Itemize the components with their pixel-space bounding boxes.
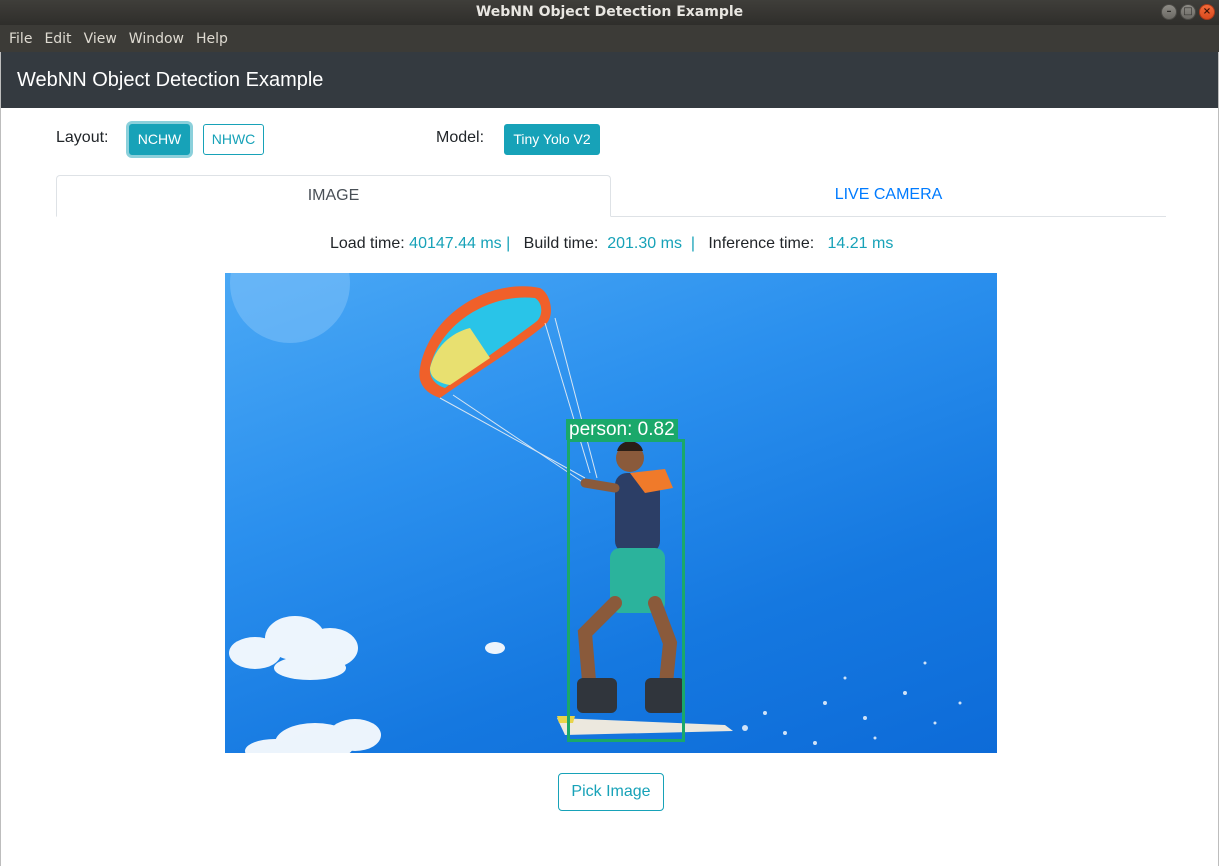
- build-time-label: Build time:: [523, 235, 599, 252]
- menubar: File Edit View Window Help: [0, 25, 1219, 52]
- layout-nchw-button[interactable]: NCHW: [129, 124, 190, 155]
- model-tiny-yolo-button[interactable]: Tiny Yolo V2: [504, 124, 600, 155]
- inference-time-value: 14.21 ms: [827, 235, 894, 252]
- tab-bar: IMAGE LIVE CAMERA: [56, 175, 1166, 217]
- navbar-title[interactable]: WebNN Object Detection Example: [17, 69, 323, 91]
- app-navbar: WebNN Object Detection Example: [1, 52, 1218, 108]
- model-label: Model:: [436, 129, 485, 146]
- detection-label: person: 0.82: [566, 419, 678, 440]
- minimize-icon[interactable]: –: [1161, 4, 1177, 20]
- menu-help[interactable]: Help: [190, 31, 234, 47]
- layout-nhwc-button[interactable]: NHWC: [203, 124, 264, 155]
- window-titlebar: WebNN Object Detection Example – □ ×: [0, 0, 1219, 25]
- stats-separator: |: [506, 235, 511, 252]
- load-time-value: 40147.44 ms: [409, 235, 502, 252]
- pick-image-button[interactable]: Pick Image: [558, 773, 664, 811]
- menu-edit[interactable]: Edit: [38, 31, 77, 47]
- close-icon[interactable]: ×: [1199, 4, 1215, 20]
- menu-window[interactable]: Window: [123, 31, 190, 47]
- layout-label: Layout:: [56, 129, 109, 146]
- stats-separator: |: [690, 235, 695, 252]
- window-title: WebNN Object Detection Example: [475, 4, 744, 20]
- timing-stats: Load time: 40147.44 ms | Build time: 201…: [330, 235, 893, 253]
- inference-time-label: Inference time:: [708, 235, 815, 252]
- menu-file[interactable]: File: [3, 31, 38, 47]
- window-controls: – □ ×: [1161, 4, 1215, 20]
- maximize-icon[interactable]: □: [1180, 4, 1196, 20]
- build-time-value: 201.30 ms: [607, 235, 682, 252]
- left-border: [0, 52, 1, 866]
- tab-image[interactable]: IMAGE: [56, 175, 611, 217]
- load-time-label: Load time:: [330, 235, 405, 252]
- detection-bounding-box: [567, 439, 685, 742]
- menu-view[interactable]: View: [78, 31, 123, 47]
- tab-live-camera[interactable]: LIVE CAMERA: [611, 175, 1166, 217]
